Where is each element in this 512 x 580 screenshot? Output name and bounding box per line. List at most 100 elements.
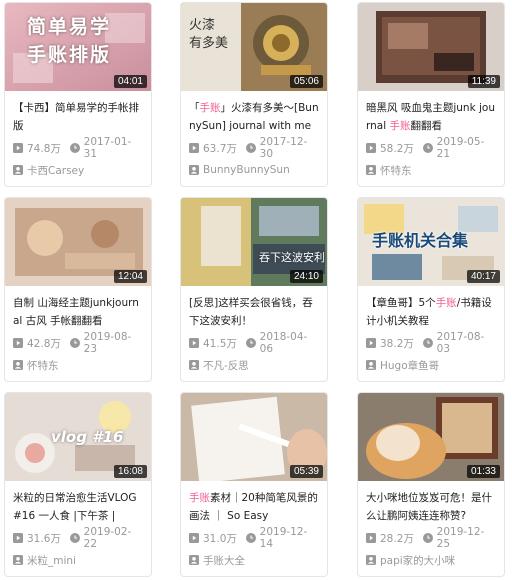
clock-icon <box>422 338 433 348</box>
upload-date: 2019-08-23 <box>83 331 132 355</box>
thumbnail-caption: 火漆 有多美 <box>189 18 229 51</box>
uploader-icon <box>13 165 23 175</box>
video-grid: 简单易学 手账排版 04:01 【卡西】简单易学的手帐排版 74.8万 2017… <box>0 0 512 580</box>
view-count: 41.5万 <box>203 337 237 350</box>
upload-date: 2019-05-21 <box>436 136 485 160</box>
video-title[interactable]: 手账素材｜20种简笔风景的画法 ｜ So Easy <box>189 489 319 525</box>
video-card[interactable]: 01:33 大小咪地位岌岌可危！是什么让鹏阿姨连连称赞? 28.2万 2019-… <box>357 392 505 577</box>
video-card[interactable]: 简单易学 手账排版 04:01 【卡西】简单易学的手帐排版 74.8万 2017… <box>4 2 152 187</box>
thumbnail-caption: vlog #16 <box>51 428 124 446</box>
video-title[interactable]: 大小咪地位岌岌可危！是什么让鹏阿姨连连称赞? <box>366 489 496 525</box>
view-count: 38.2万 <box>380 337 414 350</box>
uploader[interactable]: 不凡-反思 <box>189 358 319 372</box>
uploader-name: BunnyBunnySun <box>203 164 290 176</box>
uploader-icon <box>366 360 376 370</box>
upload-date: 2017-08-03 <box>436 331 485 355</box>
view-count: 31.6万 <box>27 532 61 545</box>
video-card[interactable]: 火漆 有多美 05:06 「手账」火漆有多美～[BunnySun] journa… <box>180 2 328 187</box>
video-thumbnail[interactable]: 吞下这波安利 24:10 <box>181 198 327 286</box>
video-card[interactable]: 吞下这波安利 24:10 [反思]这样买会很省钱，吞下这波安利！ 41.5万 2… <box>180 197 328 382</box>
upload-date: 2019-12-25 <box>436 526 485 550</box>
video-card[interactable]: 11:39 暗黑风 吸血鬼主题junk journal 手账翻翻看 58.2万 … <box>357 2 505 187</box>
uploader-icon <box>189 360 199 370</box>
uploader-name: 怀特东 <box>27 359 59 372</box>
view-count: 74.8万 <box>27 142 61 155</box>
video-stats: 41.5万 2018-04-06 <box>189 331 319 355</box>
uploader-icon <box>13 360 23 370</box>
video-thumbnail[interactable]: 手账机关合集 40:17 <box>358 198 504 286</box>
thumbnail-caption: 手账机关合集 <box>372 231 469 250</box>
play-count-icon <box>189 143 199 153</box>
duration-badge: 01:33 <box>466 465 500 478</box>
duration-badge: 16:08 <box>113 465 147 478</box>
video-title[interactable]: 米粒的日常治愈生活VLOG#16 一人食 |下午茶 | <box>13 489 143 525</box>
uploader-name: 不凡-反思 <box>203 359 249 372</box>
duration-badge: 11:39 <box>467 75 500 88</box>
view-count: 31.0万 <box>203 532 237 545</box>
uploader-name: papi家的大小咪 <box>380 554 456 567</box>
video-title[interactable]: 自制 山海经主题junkjournal 古风 手帐翻翻看 <box>13 294 143 330</box>
duration-badge: 12:04 <box>113 270 147 283</box>
video-card[interactable]: 手账机关合集 40:17 【章鱼哥】5个手账/书籍设计小机关教程 38.2万 2… <box>357 197 505 382</box>
clock-icon <box>69 533 80 543</box>
play-count-icon <box>13 143 23 153</box>
upload-date: 2018-04-06 <box>259 331 308 355</box>
video-thumbnail[interactable]: 11:39 <box>358 3 504 91</box>
video-stats: 28.2万 2019-12-25 <box>366 526 496 550</box>
video-stats: 31.6万 2019-02-22 <box>13 526 143 550</box>
video-stats: 31.0万 2019-12-14 <box>189 526 319 550</box>
uploader[interactable]: Hugo章鱼哥 <box>366 358 496 372</box>
clock-icon <box>245 533 256 543</box>
video-thumbnail[interactable]: 12:04 <box>5 198 151 286</box>
video-title[interactable]: 暗黑风 吸血鬼主题junk journal 手账翻翻看 <box>366 99 496 135</box>
uploader-icon <box>13 555 23 565</box>
uploader[interactable]: BunnyBunnySun <box>189 163 319 177</box>
play-count-icon <box>13 338 23 348</box>
uploader[interactable]: 怀特东 <box>13 358 143 372</box>
video-thumbnail[interactable]: 05:39 <box>181 393 327 481</box>
video-thumbnail[interactable]: 火漆 有多美 05:06 <box>181 3 327 91</box>
duration-badge: 24:10 <box>289 270 323 283</box>
uploader[interactable]: 怀特东 <box>366 163 496 177</box>
uploader-name: Hugo章鱼哥 <box>380 359 440 372</box>
video-title[interactable]: 【卡西】简单易学的手帐排版 <box>13 99 143 135</box>
upload-date: 2017-12-30 <box>259 136 308 160</box>
play-count-icon <box>366 533 376 543</box>
clock-icon <box>245 143 256 153</box>
uploader-icon <box>366 555 376 565</box>
video-stats: 38.2万 2017-08-03 <box>366 331 496 355</box>
video-card[interactable]: 12:04 自制 山海经主题junkjournal 古风 手帐翻翻看 42.8万… <box>4 197 152 382</box>
video-title[interactable]: [反思]这样买会很省钱，吞下这波安利！ <box>189 294 319 330</box>
play-count-icon <box>13 533 23 543</box>
duration-badge: 04:01 <box>113 75 147 88</box>
play-count-icon <box>189 533 199 543</box>
duration-badge: 40:17 <box>466 270 500 283</box>
upload-date: 2019-02-22 <box>83 526 132 550</box>
play-count-icon <box>366 143 376 153</box>
clock-icon <box>69 338 80 348</box>
video-thumbnail[interactable]: 01:33 <box>358 393 504 481</box>
uploader[interactable]: 卡西Carsey <box>13 163 143 177</box>
clock-icon <box>422 143 433 153</box>
uploader-name: 卡西Carsey <box>27 164 85 177</box>
video-thumbnail[interactable]: vlog #16 16:08 <box>5 393 151 481</box>
video-card[interactable]: 05:39 手账素材｜20种简笔风景的画法 ｜ So Easy 31.0万 20… <box>180 392 328 577</box>
thumbnail-caption: 简单易学 手账排版 <box>27 16 112 66</box>
video-stats: 63.7万 2017-12-30 <box>189 136 319 160</box>
uploader[interactable]: papi家的大小咪 <box>366 553 496 567</box>
uploader[interactable]: 米粒_mini <box>13 553 143 567</box>
thumbnail-caption: 吞下这波安利 <box>259 251 325 264</box>
video-card[interactable]: vlog #16 16:08 米粒的日常治愈生活VLOG#16 一人食 |下午茶… <box>4 392 152 577</box>
view-count: 63.7万 <box>203 142 237 155</box>
clock-icon <box>69 143 80 153</box>
video-title[interactable]: 【章鱼哥】5个手账/书籍设计小机关教程 <box>366 294 496 330</box>
video-thumbnail[interactable]: 简单易学 手账排版 04:01 <box>5 3 151 91</box>
video-stats: 42.8万 2019-08-23 <box>13 331 143 355</box>
video-title[interactable]: 「手账」火漆有多美～[BunnySun] journal with me <box>189 99 319 135</box>
uploader[interactable]: 手账大全 <box>189 553 319 567</box>
duration-badge: 05:06 <box>289 75 323 88</box>
uploader-name: 手账大全 <box>203 554 245 567</box>
upload-date: 2019-12-14 <box>259 526 308 550</box>
clock-icon <box>245 338 256 348</box>
duration-badge: 05:39 <box>289 465 323 478</box>
